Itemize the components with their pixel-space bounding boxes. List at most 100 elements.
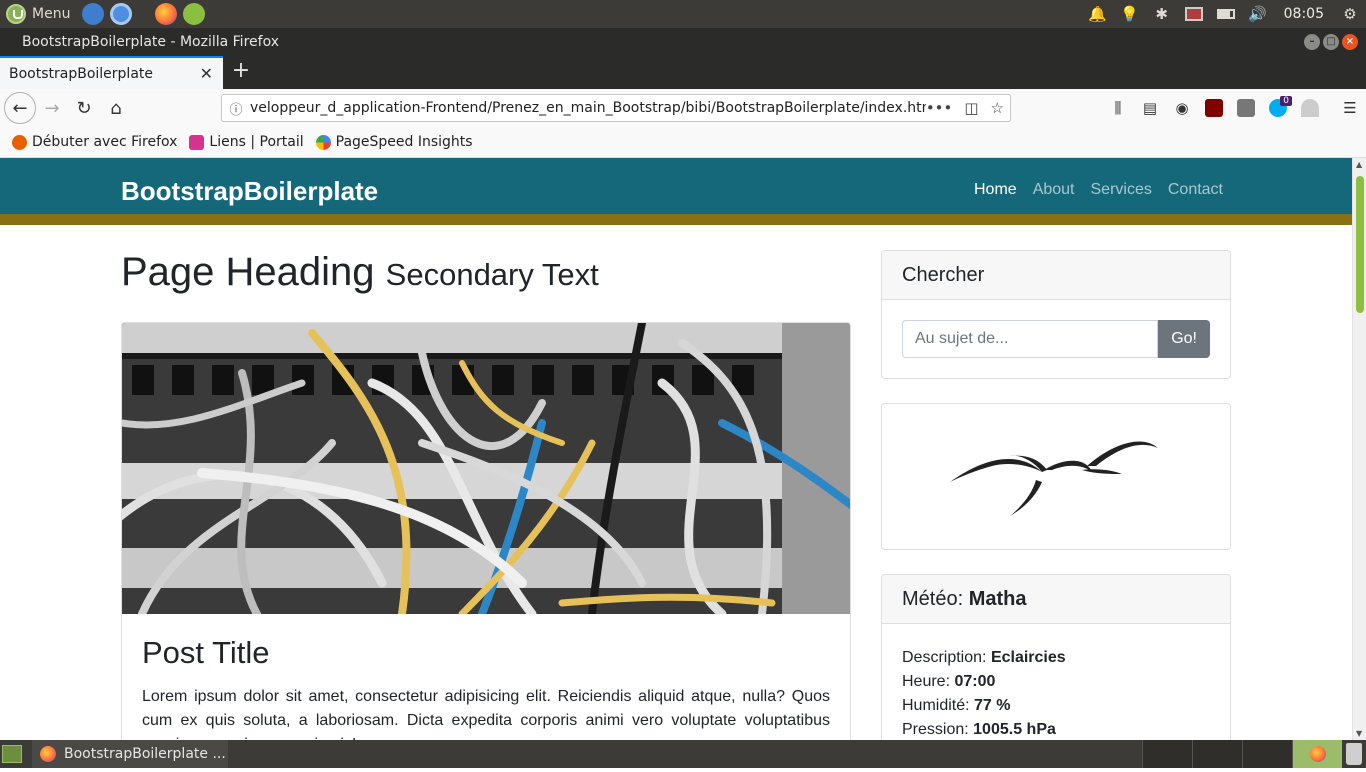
- bookmark-liens-portail[interactable]: Liens | Portail: [189, 134, 304, 150]
- tab-label: BootstrapBoilerplate: [9, 65, 154, 82]
- library-icon[interactable]: ⫼: [1102, 92, 1134, 124]
- chromium-launcher-icon[interactable]: [110, 3, 133, 25]
- weather-details: Description: Eclaircies Heure: 07:00 Hum…: [882, 624, 1230, 740]
- battery-icon[interactable]: [1210, 0, 1242, 28]
- scroll-down-icon[interactable]: ▼: [1356, 729, 1362, 738]
- nav-home[interactable]: Home: [974, 181, 1017, 199]
- nav-contact[interactable]: Contact: [1168, 181, 1223, 199]
- weather-value: 77 %: [974, 697, 1011, 714]
- bookmarks-toolbar: Débuter avec Firefox Liens | Portail Pag…: [0, 127, 1366, 158]
- search-widget-title: Chercher: [882, 251, 1230, 300]
- weather-label: Pression:: [902, 721, 969, 738]
- weather-label: Humidité:: [902, 697, 970, 714]
- workspace-1[interactable]: [1142, 740, 1192, 768]
- weather-widget: Météo: Matha Description: Eclaircies Heu…: [881, 574, 1231, 740]
- seagull-logo-icon: [950, 441, 1158, 516]
- forward-button[interactable]: →: [36, 92, 68, 124]
- page-heading-secondary: Secondary Text: [385, 257, 599, 292]
- page-viewport: BootstrapBoilerplate Home About Services…: [0, 158, 1352, 740]
- weather-row-description: Description: Eclaircies: [902, 646, 1210, 670]
- site-nav-links: Home About Services Contact: [974, 181, 1223, 199]
- ghostery-icon[interactable]: 0: [1262, 92, 1294, 124]
- new-tab-button[interactable]: +: [229, 60, 253, 84]
- maximize-button[interactable]: □: [1323, 34, 1339, 50]
- firefox-task-icon: [40, 746, 56, 762]
- weather-title-prefix: Météo:: [902, 588, 964, 610]
- tab-bar: BootstrapBoilerplate ✕ +: [0, 56, 1366, 89]
- clock[interactable]: 08:05: [1274, 6, 1334, 22]
- workspace-2[interactable]: [1192, 740, 1242, 768]
- nav-services[interactable]: Services: [1091, 181, 1152, 199]
- home-button[interactable]: ⌂: [100, 92, 132, 124]
- weather-value: 1005.5 hPa: [973, 721, 1056, 738]
- portal-favicon-icon: [189, 134, 205, 150]
- os-menu-label: Menu: [32, 6, 71, 22]
- url-text[interactable]: veloppeur_d_application-Frontend/Prenez_…: [250, 100, 926, 116]
- search-go-button[interactable]: Go!: [1158, 320, 1210, 358]
- scroll-up-icon[interactable]: ▲: [1356, 160, 1362, 169]
- weather-widget-title: Météo: Matha: [882, 575, 1230, 624]
- search-widget: Chercher Au sujet de... Go!: [881, 250, 1231, 379]
- settings-gear-icon[interactable]: ⚙: [1334, 0, 1366, 28]
- minimize-button[interactable]: –: [1304, 34, 1320, 50]
- tab-bootstrapboilerplate[interactable]: BootstrapBoilerplate ✕: [0, 56, 223, 89]
- firefox-launcher-icon[interactable]: [155, 3, 178, 25]
- page-actions-icon[interactable]: •••: [926, 99, 953, 117]
- site-navbar: BootstrapBoilerplate Home About Services…: [0, 158, 1352, 225]
- search-input[interactable]: Au sujet de...: [902, 320, 1159, 358]
- ublock-icon[interactable]: [1198, 92, 1230, 124]
- show-desktop-icon[interactable]: [2, 745, 22, 763]
- weather-label: Heure:: [902, 673, 951, 690]
- os-taskbar: BootstrapBoilerplate ...: [0, 740, 1366, 768]
- bookmark-pagespeed[interactable]: PageSpeed Insights: [315, 134, 473, 150]
- bookmark-debuter-firefox[interactable]: Débuter avec Firefox: [12, 134, 177, 150]
- browser-toolbar: ← → ↻ ⌂ ⓘ veloppeur_d_application-Fronte…: [0, 89, 1366, 127]
- os-menu-button[interactable]: Menu: [0, 0, 70, 28]
- site-info-icon[interactable]: ⓘ: [222, 99, 250, 118]
- back-button[interactable]: ←: [4, 92, 36, 124]
- bookmark-star-icon[interactable]: ☆: [991, 99, 1004, 117]
- network-cables-image: [122, 323, 850, 614]
- weather-row-humidity: Humidité: 77 %: [902, 694, 1210, 718]
- nav-about[interactable]: About: [1033, 181, 1075, 199]
- post-body-text: Lorem ipsum dolor sit amet, consectetur …: [142, 688, 830, 740]
- weather-label: Description:: [902, 649, 987, 666]
- os-top-panel: Menu 🔔 💡 ✱ 🔊 08:05 ⚙: [0, 0, 1366, 28]
- workspace-4[interactable]: [1292, 740, 1342, 768]
- taskbar-firefox-window[interactable]: BootstrapBoilerplate ...: [32, 740, 228, 768]
- logo-widget: [881, 403, 1231, 550]
- workspace-3[interactable]: [1242, 740, 1292, 768]
- hamburger-menu-icon[interactable]: ☰: [1334, 92, 1366, 124]
- pagespeed-favicon-icon: [315, 134, 331, 150]
- account-icon[interactable]: ◉: [1166, 92, 1198, 124]
- scrollbar-thumb[interactable]: [1356, 176, 1364, 313]
- redshift-lightbulb-icon[interactable]: 💡: [1114, 0, 1146, 28]
- mail-launcher-icon[interactable]: [82, 3, 105, 25]
- site-brand[interactable]: BootstrapBoilerplate: [121, 176, 378, 207]
- sidebar-icon[interactable]: ▤: [1134, 92, 1166, 124]
- pocket-icon[interactable]: ◫: [964, 99, 978, 117]
- page-scrollbar[interactable]: ▲ ▼: [1352, 158, 1366, 740]
- screen-recorder-icon[interactable]: [1178, 0, 1210, 28]
- firefox-favicon-icon: [12, 134, 27, 150]
- bookmark-label: Débuter avec Firefox: [32, 134, 178, 150]
- bookmark-label: Liens | Portail: [209, 134, 304, 150]
- task-label: BootstrapBoilerplate ...: [64, 746, 226, 762]
- window-titlebar: BootstrapBoilerplate - Mozilla Firefox –…: [0, 28, 1366, 56]
- close-window-button[interactable]: ×: [1342, 34, 1358, 50]
- privacy-badger-icon[interactable]: [1294, 92, 1326, 124]
- volume-icon[interactable]: 🔊: [1242, 0, 1274, 28]
- bookmark-label: PageSpeed Insights: [335, 134, 473, 150]
- vivaldi-launcher-icon[interactable]: [183, 3, 206, 25]
- url-bar[interactable]: ⓘ veloppeur_d_application-Frontend/Prene…: [221, 94, 1011, 122]
- trash-icon[interactable]: [1346, 743, 1362, 765]
- bluetooth-icon[interactable]: ✱: [1146, 0, 1178, 28]
- weather-row-pressure: Pression: 1005.5 hPa: [902, 718, 1210, 740]
- weather-value: 07:00: [954, 673, 996, 690]
- stylus-icon[interactable]: [1230, 92, 1262, 124]
- weather-value: Eclaircies: [990, 649, 1066, 666]
- reload-button[interactable]: ↻: [68, 92, 100, 124]
- tab-close-icon[interactable]: ✕: [200, 64, 213, 83]
- notification-bell-icon[interactable]: 🔔: [1082, 0, 1114, 28]
- page-title: Page Heading Secondary Text: [121, 250, 599, 295]
